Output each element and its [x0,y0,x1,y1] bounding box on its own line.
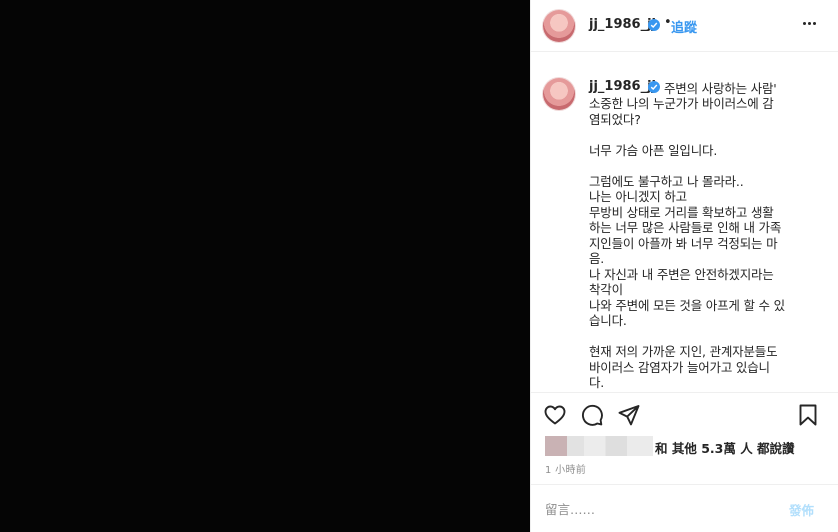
caption-line [589,329,829,345]
follow-button[interactable]: 追蹤 [671,17,697,36]
caption-line: 지인들이 아플까 봐 너무 걱정되는 마 [589,235,778,251]
post-header: jj_1986_jj • 追蹤 [531,0,838,52]
caption-line: 그럼에도 불구하고 나 몰라라.. [589,173,744,189]
heart-icon[interactable] [543,403,567,427]
avatar[interactable] [543,10,575,42]
avatar[interactable] [543,78,575,110]
post-comment-button[interactable]: 發佈 [789,500,814,519]
caption-line: 염되었다? [589,111,641,127]
caption-line [589,127,829,143]
post-side-panel: jj_1986_jj • 追蹤 jj_1986_jj 주변의 사랑하는 사람' … [530,0,838,532]
caption-line: 음. [589,251,605,266]
likes-count[interactable]: 和 其他 5.3萬 人 都說讚 [655,438,795,457]
caption-line: 바이러스 감염자가 늘어가고 있습니 [589,359,770,375]
caption-line [589,158,829,174]
caption-line: 나 자신과 내 주변은 안전하겠지라는 [589,266,774,282]
caption-line: 너무 가슴 아픈 일입니다. [589,142,718,158]
post-media[interactable] [0,0,530,532]
comment-icon[interactable] [580,403,604,427]
caption-line: 나는 아니겠지 하고 [589,189,687,204]
post-timestamp[interactable]: 1 小時前 [545,461,586,476]
comment-input[interactable] [545,499,775,519]
liker-avatar-blurred [545,436,567,456]
more-options-icon[interactable] [803,22,817,26]
caption-line: 소중한 나의 누군가가 바이러스에 감 [589,96,774,111]
likes-summary[interactable]: 和 其他 5.3萬 人 都說讚 [545,436,835,458]
bookmark-icon[interactable] [796,403,820,427]
verified-badge-icon [648,19,660,31]
share-icon[interactable] [617,403,641,427]
verified-badge-icon [648,81,660,93]
caption-body: 소중한 나의 누군가가 바이러스에 감 염되었다? 너무 가슴 아픈 일입니다.… [589,96,829,391]
caption-line: 착각이 [589,282,623,297]
caption-username[interactable]: jj_1986_jj [589,79,656,94]
caption-line: 하는 너무 많은 사람들로 인해 내 가족 [589,220,782,235]
username-link[interactable]: jj_1986_jj [589,17,656,32]
caption-line: 나와 주변에 모든 것을 아프게 할 수 있 [589,297,785,313]
caption-line: 습니다. [589,313,627,328]
caption-line: 다. [589,375,605,390]
liker-name-blurred [567,436,653,456]
caption-line: 무방비 상태로 거리를 확보하고 생활 [589,204,774,220]
caption-line: 현재 저의 가까운 지인, 관계자분들도 [589,344,778,359]
caption-area[interactable]: jj_1986_jj 주변의 사랑하는 사람' 소중한 나의 누군가가 바이러스… [531,53,838,392]
action-bar [531,392,838,434]
comment-bar: 發佈 [531,484,838,532]
caption-text: 주변의 사랑하는 사람' [664,81,777,96]
